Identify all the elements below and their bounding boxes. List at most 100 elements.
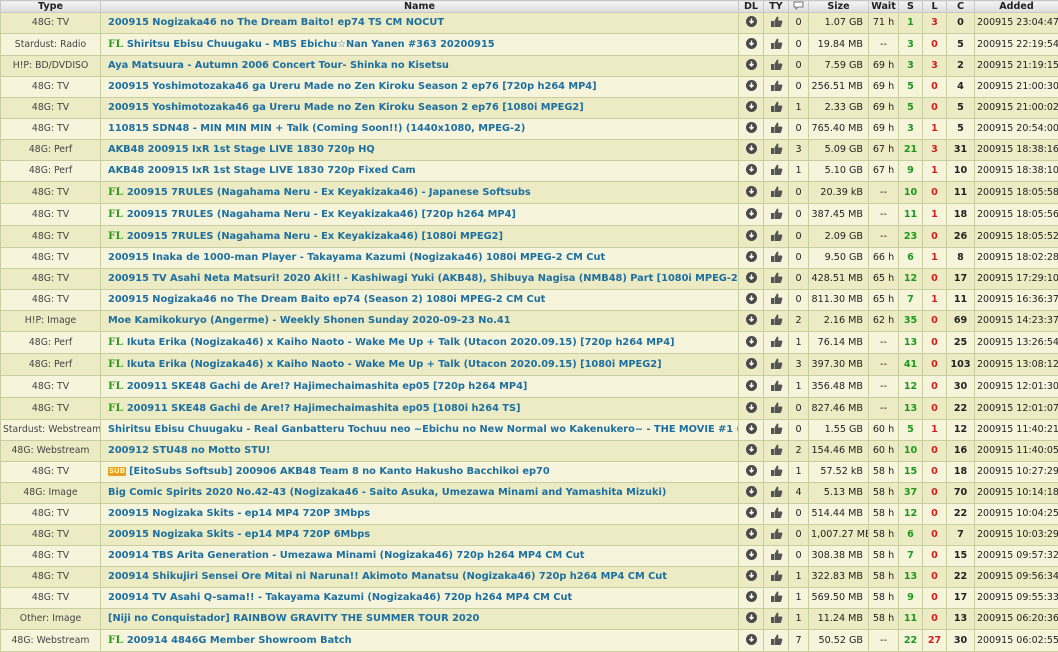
category-link[interactable]: 48G: TV	[1, 462, 101, 483]
leecher-count[interactable]: 0	[923, 588, 947, 609]
leecher-count[interactable]: 3	[923, 140, 947, 161]
column-header-leechers[interactable]: L	[923, 1, 947, 13]
download-icon[interactable]	[746, 230, 757, 241]
comment-count[interactable]: 0	[789, 546, 809, 567]
seeder-count[interactable]: 7	[899, 546, 923, 567]
seeder-count[interactable]: 3	[899, 119, 923, 140]
thumbs-up-icon[interactable]	[770, 121, 783, 134]
leecher-count[interactable]: 0	[923, 376, 947, 398]
torrent-title-link[interactable]: AKB48 200915 IxR 1st Stage LIVE 1830 720…	[108, 144, 375, 155]
torrent-title-link[interactable]: 200915 TV Asahi Neta Matsuri! 2020 Aki!!…	[108, 273, 739, 284]
thumbs-up-icon[interactable]	[770, 313, 783, 326]
seeder-count[interactable]: 15	[899, 462, 923, 483]
column-header-seeders[interactable]: S	[899, 1, 923, 13]
thumbs-up-icon[interactable]	[770, 271, 783, 284]
download-icon[interactable]	[746, 549, 757, 560]
seeder-count[interactable]: 11	[899, 609, 923, 630]
thumbs-up-icon[interactable]	[770, 163, 783, 176]
completed-count[interactable]: 17	[947, 588, 975, 609]
comment-count[interactable]: 1	[789, 161, 809, 182]
torrent-title-link[interactable]: 200915 Nogizaka46 no The Dream Baito! ep…	[108, 17, 444, 28]
completed-count[interactable]: 8	[947, 248, 975, 269]
category-link[interactable]: 48G: TV	[1, 546, 101, 567]
torrent-title-link[interactable]: 110815 SDN48 - MIN MIN MIN + Talk (Comin…	[108, 123, 525, 134]
torrent-title-link[interactable]: 200911 SKE48 Gachi de Are!? Hajimechaima…	[127, 381, 528, 392]
comment-count[interactable]: 0	[789, 226, 809, 248]
comment-count[interactable]: 0	[789, 119, 809, 140]
category-link[interactable]: 48G: Perf	[1, 161, 101, 182]
comment-count[interactable]: 0	[789, 13, 809, 34]
leecher-count[interactable]: 1	[923, 420, 947, 441]
category-link[interactable]: 48G: Perf	[1, 332, 101, 354]
torrent-title-link[interactable]: AKB48 200915 IxR 1st Stage LIVE 1830 720…	[108, 165, 416, 176]
thumbs-up-icon[interactable]	[770, 485, 783, 498]
download-icon[interactable]	[746, 444, 757, 455]
thumbs-up-icon[interactable]	[770, 357, 783, 370]
seeder-count[interactable]: 13	[899, 398, 923, 420]
leecher-count[interactable]: 0	[923, 34, 947, 56]
seeder-count[interactable]: 10	[899, 182, 923, 204]
thumbs-up-icon[interactable]	[770, 335, 783, 348]
thumbs-up-icon[interactable]	[770, 590, 783, 603]
completed-count[interactable]: 30	[947, 376, 975, 398]
seeder-count[interactable]: 13	[899, 567, 923, 588]
completed-count[interactable]: 12	[947, 420, 975, 441]
completed-count[interactable]: 103	[947, 354, 975, 376]
column-header-comments[interactable]	[789, 1, 809, 13]
completed-count[interactable]: 30	[947, 630, 975, 652]
category-link[interactable]: 48G: TV	[1, 567, 101, 588]
leecher-count[interactable]: 0	[923, 462, 947, 483]
completed-count[interactable]: 10	[947, 161, 975, 182]
torrent-title-link[interactable]: 200912 STU48 no Motto STU!	[108, 445, 270, 456]
torrent-title-link[interactable]: 200915 Nogizaka46 no The Dream Baito ep7…	[108, 294, 545, 305]
comment-count[interactable]: 1	[789, 462, 809, 483]
thumbs-up-icon[interactable]	[770, 37, 783, 50]
category-link[interactable]: 48G: TV	[1, 376, 101, 398]
download-icon[interactable]	[746, 16, 757, 27]
torrent-title-link[interactable]: 200914 TV Asahi Q-sama!! - Takayama Kazu…	[108, 592, 572, 603]
category-link[interactable]: 48G: TV	[1, 504, 101, 525]
download-icon[interactable]	[746, 465, 757, 476]
completed-count[interactable]: 4	[947, 77, 975, 98]
torrent-title-link[interactable]: Moe Kamikokuryo (Angerme) - Weekly Shone…	[108, 315, 511, 326]
leecher-count[interactable]: 0	[923, 525, 947, 546]
leecher-count[interactable]: 0	[923, 546, 947, 567]
download-icon[interactable]	[746, 38, 757, 49]
download-icon[interactable]	[746, 591, 757, 602]
leecher-count[interactable]: 0	[923, 609, 947, 630]
seeder-count[interactable]: 5	[899, 420, 923, 441]
leecher-count[interactable]: 3	[923, 13, 947, 34]
torrent-title-link[interactable]: Shiritsu Ebisu Chuugaku - MBS Ebichu☆Nan…	[127, 39, 495, 50]
thumbs-up-icon[interactable]	[770, 229, 783, 242]
comment-count[interactable]: 0	[789, 504, 809, 525]
comment-count[interactable]: 1	[789, 609, 809, 630]
column-header-wait[interactable]: Wait	[869, 1, 899, 13]
download-icon[interactable]	[746, 122, 757, 133]
completed-count[interactable]: 18	[947, 462, 975, 483]
leecher-count[interactable]: 0	[923, 226, 947, 248]
comment-count[interactable]: 3	[789, 354, 809, 376]
completed-count[interactable]: 25	[947, 332, 975, 354]
category-link[interactable]: 48G: TV	[1, 248, 101, 269]
torrent-title-link[interactable]: 200915 Nogizaka Skits - ep14 MP4 720P 6M…	[108, 529, 370, 540]
category-link[interactable]: 48G: TV	[1, 98, 101, 119]
category-link[interactable]: 48G: Perf	[1, 354, 101, 376]
download-icon[interactable]	[746, 486, 757, 497]
completed-count[interactable]: 7	[947, 525, 975, 546]
seeder-count[interactable]: 1	[899, 13, 923, 34]
category-link[interactable]: 48G: TV	[1, 226, 101, 248]
column-header-added[interactable]: Added	[975, 1, 1058, 13]
seeder-count[interactable]: 13	[899, 332, 923, 354]
category-link[interactable]: 48G: Perf	[1, 140, 101, 161]
category-link[interactable]: 48G: Webstream	[1, 630, 101, 652]
leecher-count[interactable]: 0	[923, 504, 947, 525]
leecher-count[interactable]: 0	[923, 332, 947, 354]
torrent-title-link[interactable]: Ikuta Erika (Nogizaka46) x Kaiho Naoto -…	[127, 337, 675, 348]
download-icon[interactable]	[746, 314, 757, 325]
thumbs-up-icon[interactable]	[770, 548, 783, 561]
seeder-count[interactable]: 37	[899, 483, 923, 504]
thumbs-up-icon[interactable]	[770, 569, 783, 582]
leecher-count[interactable]: 0	[923, 98, 947, 119]
comment-count[interactable]: 3	[789, 140, 809, 161]
column-header-type[interactable]: Type	[1, 1, 101, 13]
